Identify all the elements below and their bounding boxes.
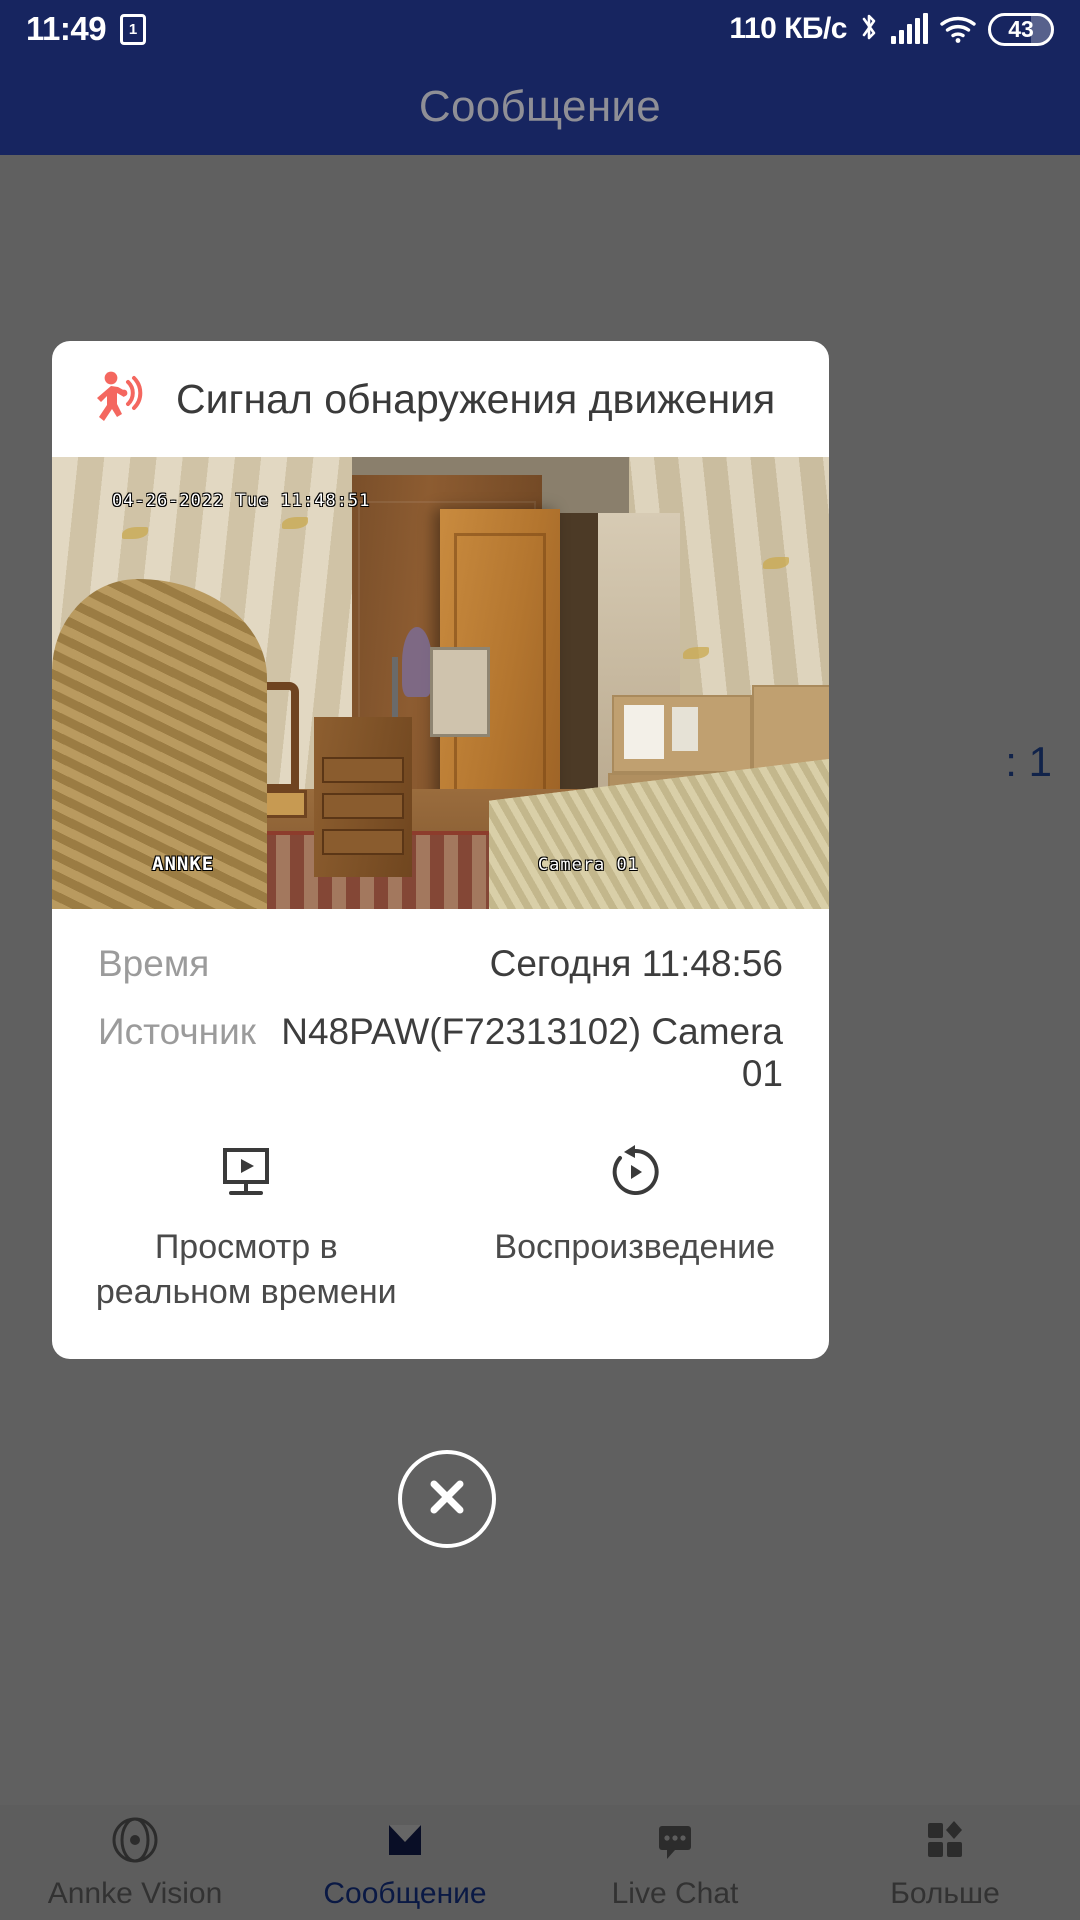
motion-alert-dialog: Сигнал обнаружения движения 04-26-2022 T… [52,341,829,1359]
event-info: Время Сегодня 11:48:56 Источник N48PAW(F… [52,909,829,1125]
snapshot-watermark: ANNKE [152,853,215,875]
phone-screen: : 1 11:49 1 110 КБ/с [0,0,1080,1920]
wifi-icon [939,14,977,44]
battery-icon: 43 [988,12,1054,46]
bluetooth-icon [858,11,880,48]
live-view-button[interactable]: Просмотр в реальном времени [52,1141,441,1315]
cellular-signal-icon [891,13,928,44]
sim-card-icon: 1 [120,13,147,45]
status-time: 11:49 [26,10,107,47]
dresser [314,717,412,877]
data-rate-label: 110 КБ/с [729,12,847,45]
snapshot-timestamp: 04-26-2022 Tue 11:48:51 [112,491,371,511]
chat-bubble-icon [650,1815,700,1865]
sim-card-badge: 1 [128,20,138,38]
source-label: Источник [98,1011,256,1052]
snapshot-scene [52,457,829,909]
cardboard-box [612,695,752,773]
time-label: Время [98,943,210,984]
vase-flowers [402,627,432,697]
hallway-shadow [560,513,598,813]
motion-detection-icon [84,368,146,430]
dialog-header: Сигнал обнаружения движения [52,341,829,457]
status-bar-right: 110 КБ/с 43 [729,11,1054,48]
envelope-icon [380,1815,430,1865]
bottom-navigation: Annke Vision Сообщение Live Chat Больше [0,1805,1080,1920]
camera-snapshot[interactable]: 04-26-2022 Tue 11:48:51 ANNKE Camera 01 [52,457,829,909]
live-view-monitor-icon [215,1141,277,1203]
info-row-source: Источник N48PAW(F72313102) Camera 01 [98,1011,783,1095]
close-dialog-button[interactable] [398,1450,496,1548]
playback-label: Воспроизведение [494,1228,776,1266]
dialog-title: Сигнал обнаружения движения [176,375,776,422]
nav-item-live-chat[interactable]: Live Chat [540,1805,810,1920]
dialog-actions: Просмотр в реальном времени Воспроизведе… [52,1125,829,1359]
camera-lens-icon [110,1815,160,1865]
nav-item-more[interactable]: Больше [810,1805,1080,1920]
nav-label-annke-vision: Annke Vision [47,1876,223,1910]
nav-label-more: Больше [890,1876,1000,1910]
nav-item-annke-vision[interactable]: Annke Vision [0,1805,270,1920]
picture-frame [430,647,490,737]
info-row-time: Время Сегодня 11:48:56 [98,943,783,985]
snapshot-camera-label: Camera 01 [537,855,639,875]
nav-item-message[interactable]: Сообщение [270,1805,540,1920]
time-value: Сегодня 11:48:56 [489,943,783,984]
status-bar: 11:49 1 110 КБ/с 43 [0,0,1080,58]
playback-replay-icon [604,1141,666,1203]
source-value: N48PAW(F72313102) Camera 01 [281,1011,783,1094]
live-view-label: Просмотр в реальном времени [95,1228,397,1311]
app-bar: Сообщение [0,58,1080,155]
status-bar-left: 11:49 1 [26,10,147,48]
nav-label-live-chat: Live Chat [611,1876,739,1910]
close-x-icon [421,1471,473,1528]
nav-label-message: Сообщение [323,1876,487,1910]
grid-more-icon [920,1815,970,1865]
playback-button[interactable]: Воспроизведение [441,1141,830,1315]
page-title: Сообщение [418,81,662,131]
battery-percent: 43 [1008,15,1034,42]
